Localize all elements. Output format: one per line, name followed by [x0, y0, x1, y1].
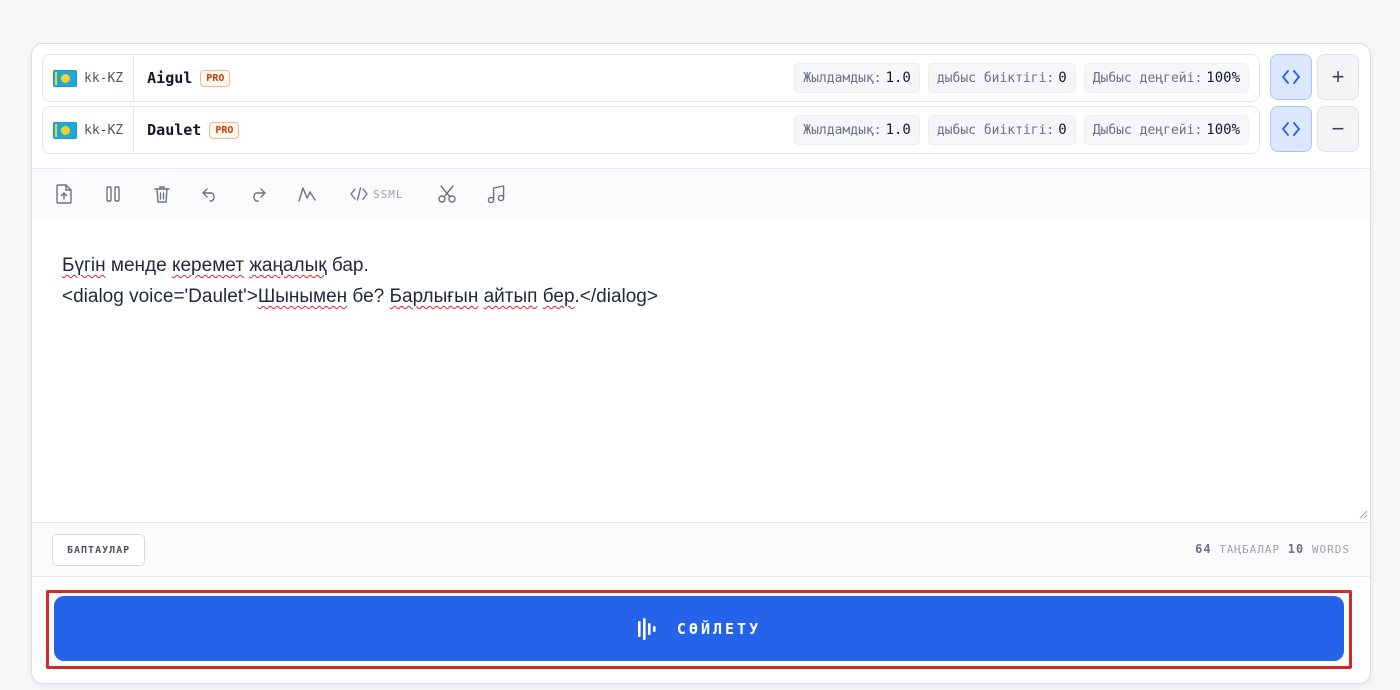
settings-button[interactable]: БАПТАУЛАР — [52, 534, 146, 566]
editor-footer: БАПТАУЛАР 64 ТАҢБАЛАР 10 WORDS — [32, 522, 1370, 577]
pitch-label: дыбыс биіктігі: — [936, 122, 1055, 138]
pitch-param[interactable]: дыбыс биіктігі: 0 — [927, 63, 1076, 93]
pitch-label: дыбыс биіктігі: — [936, 70, 1055, 86]
pause-icon[interactable] — [102, 183, 124, 205]
speed-param[interactable]: Жылдамдық: 1.0 — [794, 63, 920, 93]
speed-value: 1.0 — [885, 70, 911, 86]
word-count: 10 — [1287, 542, 1305, 556]
editor-line-2: <dialog voice='Daulet'>Шынымен бе? Барлы… — [62, 286, 658, 308]
music-note-icon[interactable] — [485, 183, 507, 205]
editor-toolbar: SSML — [32, 168, 1370, 221]
language-code: kk-KZ — [84, 122, 124, 138]
voice-row-daulet[interactable]: kk-KZ Daulet PRO Жылдамдық: 1.0 дыбыс би… — [42, 106, 1260, 154]
remove-voice-button[interactable]: − — [1317, 106, 1359, 152]
tts-panel: kk-KZ Aigul PRO Жылдамдық: 1.0 дыбыс биі… — [31, 43, 1371, 684]
text-stats: 64 ТАҢБАЛАР 10 WORDS — [1195, 542, 1350, 556]
ssml-code-icon[interactable]: SSML — [349, 183, 409, 205]
char-count: 64 — [1195, 542, 1212, 556]
misspelled-word: Бүгін — [62, 255, 106, 276]
pro-badge: PRO — [200, 69, 231, 87]
volume-label: Дыбыс деңгейі: — [1092, 70, 1203, 86]
language-selector[interactable]: kk-KZ — [43, 107, 135, 153]
pitch-value: 0 — [1058, 70, 1067, 86]
speak-button[interactable]: СӨЙЛЕТУ — [54, 596, 1344, 661]
voice-name[interactable]: Aigul — [147, 69, 192, 87]
speed-param[interactable]: Жылдамдық: 1.0 — [794, 115, 920, 145]
ssml-label: SSML — [373, 187, 404, 201]
code-brackets-icon — [1282, 122, 1300, 136]
speed-label: Жылдамдық: — [803, 70, 882, 86]
code-toggle-button[interactable] — [1270, 106, 1312, 152]
editor-text: бе? — [347, 286, 390, 307]
speed-label: Жылдамдық: — [803, 122, 882, 138]
undo-icon[interactable] — [199, 183, 221, 205]
pitch-param[interactable]: дыбыс биіктігі: 0 — [927, 115, 1076, 145]
voice-name[interactable]: Daulet — [147, 121, 201, 139]
file-upload-icon[interactable] — [53, 183, 75, 205]
misspelled-word: керемет — [171, 255, 244, 276]
misspelled-word: Шынымен — [257, 286, 348, 307]
speak-label: СӨЙЛЕТУ — [676, 619, 762, 638]
volume-param[interactable]: Дыбыс деңгейі: 100% — [1083, 115, 1249, 145]
misspelled-word: бер — [542, 286, 575, 307]
voice-row-aigul[interactable]: kk-KZ Aigul PRO Жылдамдық: 1.0 дыбыс биі… — [42, 54, 1260, 102]
pro-badge: PRO — [209, 121, 240, 139]
speed-value: 1.0 — [885, 122, 911, 138]
scissors-icon[interactable] — [436, 183, 458, 205]
language-selector[interactable]: kk-KZ — [43, 55, 135, 101]
char-label: ТАҢБАЛАР — [1219, 543, 1281, 556]
word-label: WORDS — [1311, 543, 1350, 556]
misspelled-word: жаңалық — [249, 255, 327, 276]
editor-text: менде — [105, 255, 172, 276]
kazakhstan-flag-icon — [53, 121, 77, 139]
volume-value: 100% — [1206, 70, 1240, 86]
editor-text: .</dialog> — [574, 286, 658, 307]
trash-icon[interactable] — [151, 183, 173, 205]
editor-line-1: Бүгін менде керемет жаңалық бар. — [62, 255, 369, 277]
waveform-icon — [637, 617, 656, 640]
volume-value: 100% — [1206, 122, 1240, 138]
redo-icon[interactable] — [247, 183, 269, 205]
misspelled-word: айтып — [483, 286, 538, 307]
code-toggle-button[interactable] — [1270, 54, 1312, 100]
resize-handle-icon[interactable] — [1359, 510, 1368, 519]
add-voice-button[interactable]: + — [1317, 54, 1359, 100]
volume-label: Дыбыс деңгейі: — [1092, 122, 1203, 138]
editor-text: бар. — [326, 255, 369, 276]
text-editor[interactable]: Бүгін менде керемет жаңалық бар. <dialog… — [32, 220, 1370, 521]
code-brackets-icon — [1282, 70, 1300, 84]
language-code: kk-KZ — [84, 70, 124, 86]
pitch-curve-icon[interactable] — [296, 183, 318, 205]
misspelled-word: Барлығын — [389, 286, 479, 307]
speak-button-highlight: СӨЙЛЕТУ — [46, 590, 1352, 669]
volume-param[interactable]: Дыбыс деңгейі: 100% — [1083, 63, 1249, 93]
editor-text: <dialog voice='Daulet'> — [62, 286, 258, 307]
kazakhstan-flag-icon — [53, 69, 77, 87]
pitch-value: 0 — [1058, 122, 1067, 138]
